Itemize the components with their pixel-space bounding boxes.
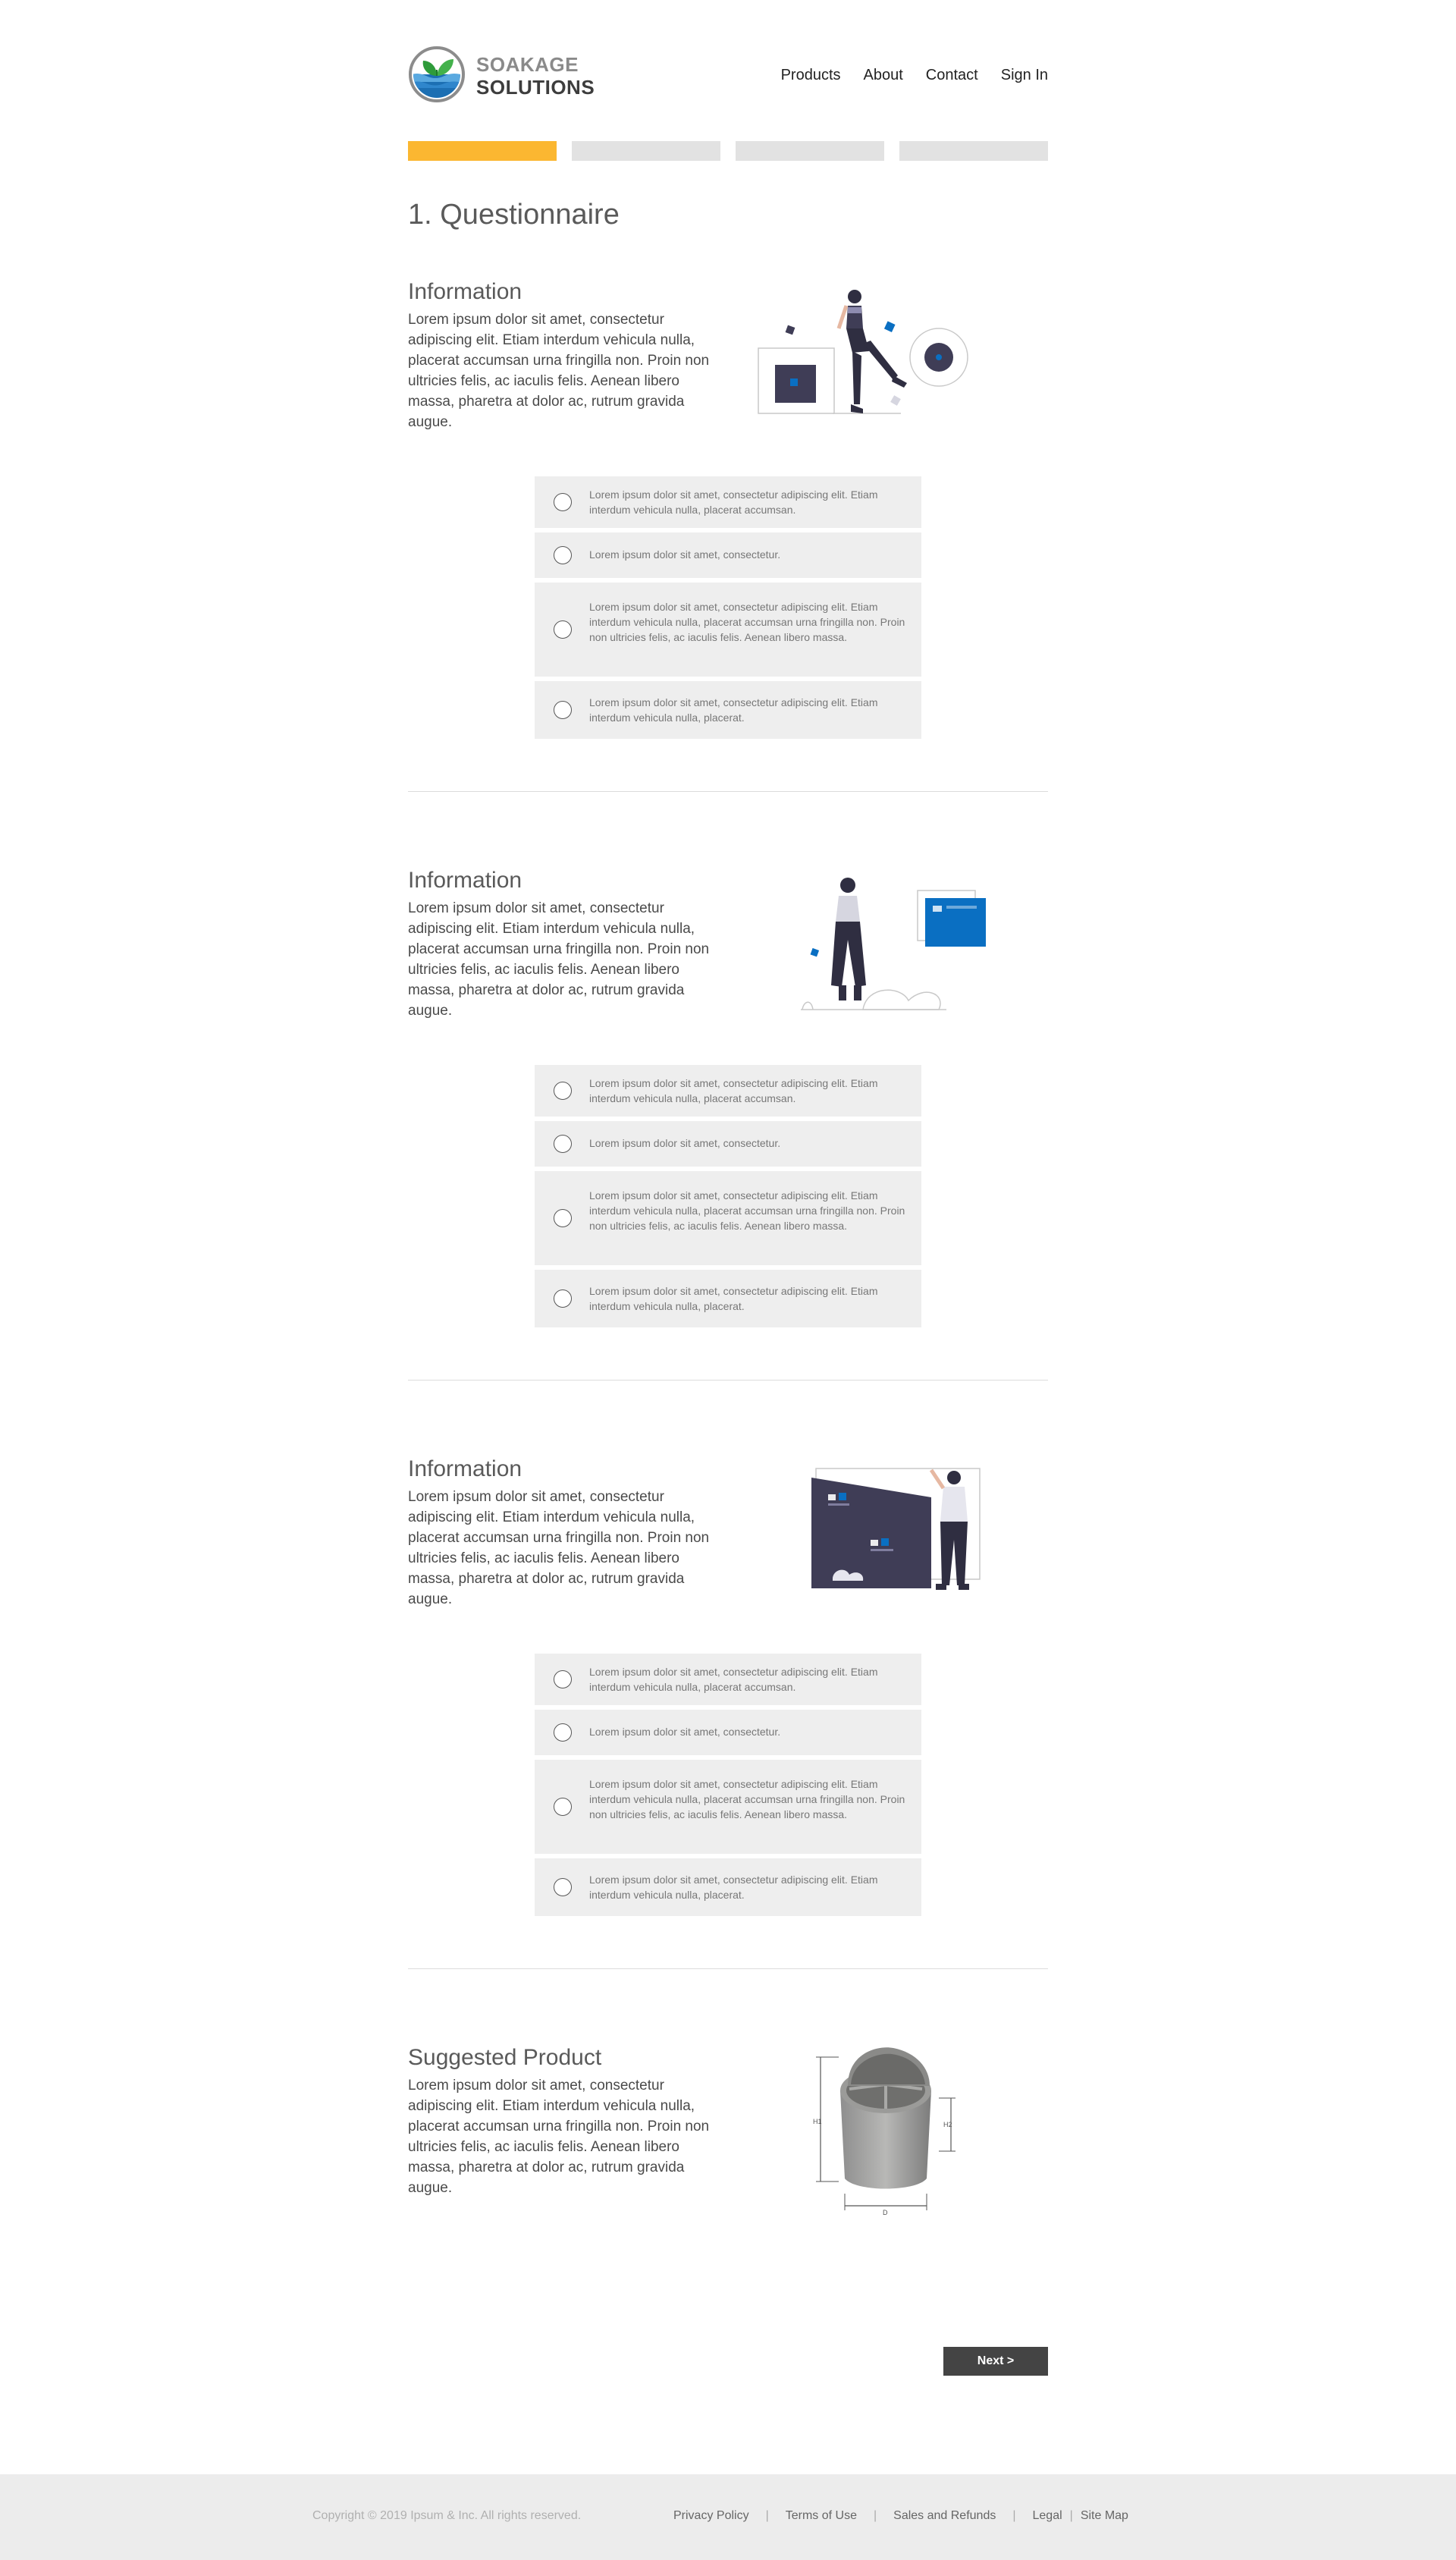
- option-text: Lorem ipsum dolor sit amet, consectetur …: [589, 1189, 905, 1232]
- footer-separator: |: [1012, 2509, 1016, 2522]
- nav-contact[interactable]: Contact: [926, 67, 978, 84]
- radio-button[interactable]: [554, 620, 572, 639]
- answer-option[interactable]: Lorem ipsum dolor sit amet, consectetur …: [535, 1654, 921, 1705]
- section-title: Information: [408, 279, 522, 304]
- question-section-2: Information Lorem ipsum dolor sit amet, …: [408, 868, 1048, 1381]
- section-text: Lorem ipsum dolor sit amet, consectetur …: [408, 900, 710, 1019]
- radio-button[interactable]: [554, 1135, 572, 1153]
- answer-option[interactable]: Lorem ipsum dolor sit amet, consectetur …: [535, 1065, 921, 1117]
- dimension-label-h1: H1: [813, 2118, 822, 2125]
- page-title: 1. Questionnaire: [408, 199, 620, 231]
- radio-button[interactable]: [554, 1878, 572, 1896]
- footer: Copyright © 2019 Ipsum & Inc. All rights…: [0, 2474, 1456, 2560]
- dimension-label-d: D: [883, 2209, 888, 2216]
- logo[interactable]: SOAKAGE SOLUTIONS: [408, 44, 595, 105]
- answer-option[interactable]: Lorem ipsum dolor sit amet, consectetur …: [535, 1858, 921, 1916]
- section-divider: [408, 1380, 1048, 1381]
- progress-step-4: [899, 141, 1048, 161]
- progress-step-3: [736, 141, 884, 161]
- section-title: Information: [408, 868, 522, 893]
- footer-separator: |: [873, 2509, 877, 2522]
- section-text: Lorem ipsum dolor sit amet, consectetur …: [408, 312, 710, 430]
- next-button[interactable]: Next >: [943, 2347, 1048, 2376]
- section-divider: [408, 1968, 1048, 1969]
- question-section-1: Information Lorem ipsum dolor sit amet, …: [408, 279, 1048, 792]
- radio-button[interactable]: [554, 1798, 572, 1816]
- option-text: Lorem ipsum dolor sit amet, consectetur.: [589, 1726, 781, 1738]
- progress-step-1: [408, 141, 557, 161]
- radio-button[interactable]: [554, 546, 572, 564]
- option-text: Lorem ipsum dolor sit amet, consectetur.: [589, 548, 781, 561]
- answer-option[interactable]: Lorem ipsum dolor sit amet, consectetur …: [535, 476, 921, 528]
- soakage-tank-image: H1 H2 D: [813, 2047, 956, 2216]
- suggested-title: Suggested Product: [408, 2045, 602, 2070]
- answer-option[interactable]: Lorem ipsum dolor sit amet, consectetur.: [535, 532, 921, 578]
- answer-option[interactable]: Lorem ipsum dolor sit amet, consectetur.: [535, 1121, 921, 1167]
- radio-button[interactable]: [554, 493, 572, 511]
- radio-button[interactable]: [554, 1723, 572, 1742]
- logo-icon: [409, 46, 465, 102]
- footer-link-sitemap[interactable]: Site Map: [1081, 2509, 1128, 2523]
- footer-link-legal[interactable]: Legal: [1033, 2509, 1062, 2523]
- option-text: Lorem ipsum dolor sit amet, consectetur …: [589, 1778, 905, 1820]
- nav-about[interactable]: About: [864, 67, 903, 84]
- nav-sign-in[interactable]: Sign In: [1001, 67, 1048, 84]
- option-text: Lorem ipsum dolor sit amet, consectetur.: [589, 1137, 781, 1149]
- section-title: Information: [408, 1456, 522, 1481]
- logo-line-2: SOLUTIONS: [476, 76, 595, 99]
- main-nav: Products About Contact Sign In: [781, 67, 1048, 84]
- radio-button[interactable]: [554, 701, 572, 719]
- progress-step-2: [572, 141, 720, 161]
- question-section-3: Information Lorem ipsum dolor sit amet, …: [408, 1456, 1048, 1969]
- radio-button[interactable]: [554, 1289, 572, 1308]
- progress-steps: [408, 141, 1048, 161]
- option-text: Lorem ipsum dolor sit amet, consectetur …: [589, 1874, 878, 1901]
- footer-separator: |: [1069, 2509, 1073, 2522]
- answer-option[interactable]: Lorem ipsum dolor sit amet, consectetur.: [535, 1710, 921, 1755]
- option-text: Lorem ipsum dolor sit amet, consectetur …: [589, 488, 878, 516]
- footer-links: Privacy Policy | Terms of Use | Sales an…: [673, 2509, 1128, 2523]
- man-presenting-illustration: [811, 1468, 981, 1590]
- answer-option[interactable]: Lorem ipsum dolor sit amet, consectetur …: [535, 1760, 921, 1854]
- answer-option[interactable]: Lorem ipsum dolor sit amet, consectetur …: [535, 583, 921, 677]
- suggested-product-section: Suggested Product Lorem ipsum dolor sit …: [408, 2045, 1048, 2273]
- nav-products[interactable]: Products: [781, 67, 841, 84]
- footer-link-privacy[interactable]: Privacy Policy: [673, 2509, 749, 2523]
- section-text: Lorem ipsum dolor sit amet, consectetur …: [408, 1489, 710, 1607]
- header: SOAKAGE SOLUTIONS Products About Contact…: [408, 44, 1048, 105]
- logo-line-1: SOAKAGE: [476, 53, 579, 76]
- answer-option[interactable]: Lorem ipsum dolor sit amet, consectetur …: [535, 681, 921, 739]
- radio-button[interactable]: [554, 1209, 572, 1227]
- option-text: Lorem ipsum dolor sit amet, consectetur …: [589, 601, 905, 643]
- footer-link-sales-refunds[interactable]: Sales and Refunds: [893, 2509, 996, 2523]
- copyright-text: Copyright © 2019 Ipsum & Inc. All rights…: [312, 2509, 582, 2522]
- woman-standing-illustration: [801, 878, 986, 1010]
- radio-button[interactable]: [554, 1670, 572, 1688]
- section-divider: [408, 791, 1048, 792]
- logo-wordmark: SOAKAGE SOLUTIONS: [476, 53, 595, 99]
- footer-link-terms[interactable]: Terms of Use: [786, 2509, 857, 2523]
- woman-kicking-illustration: [758, 290, 968, 414]
- answer-option[interactable]: Lorem ipsum dolor sit amet, consectetur …: [535, 1171, 921, 1265]
- dimension-label-h2: H2: [943, 2121, 952, 2128]
- option-text: Lorem ipsum dolor sit amet, consectetur …: [589, 1077, 878, 1104]
- option-text: Lorem ipsum dolor sit amet, consectetur …: [589, 696, 878, 724]
- option-text: Lorem ipsum dolor sit amet, consectetur …: [589, 1285, 878, 1312]
- option-text: Lorem ipsum dolor sit amet, consectetur …: [589, 1666, 878, 1693]
- answer-option[interactable]: Lorem ipsum dolor sit amet, consectetur …: [535, 1270, 921, 1327]
- footer-separator: |: [765, 2509, 769, 2522]
- suggested-text: Lorem ipsum dolor sit amet, consectetur …: [408, 2078, 710, 2196]
- radio-button[interactable]: [554, 1082, 572, 1100]
